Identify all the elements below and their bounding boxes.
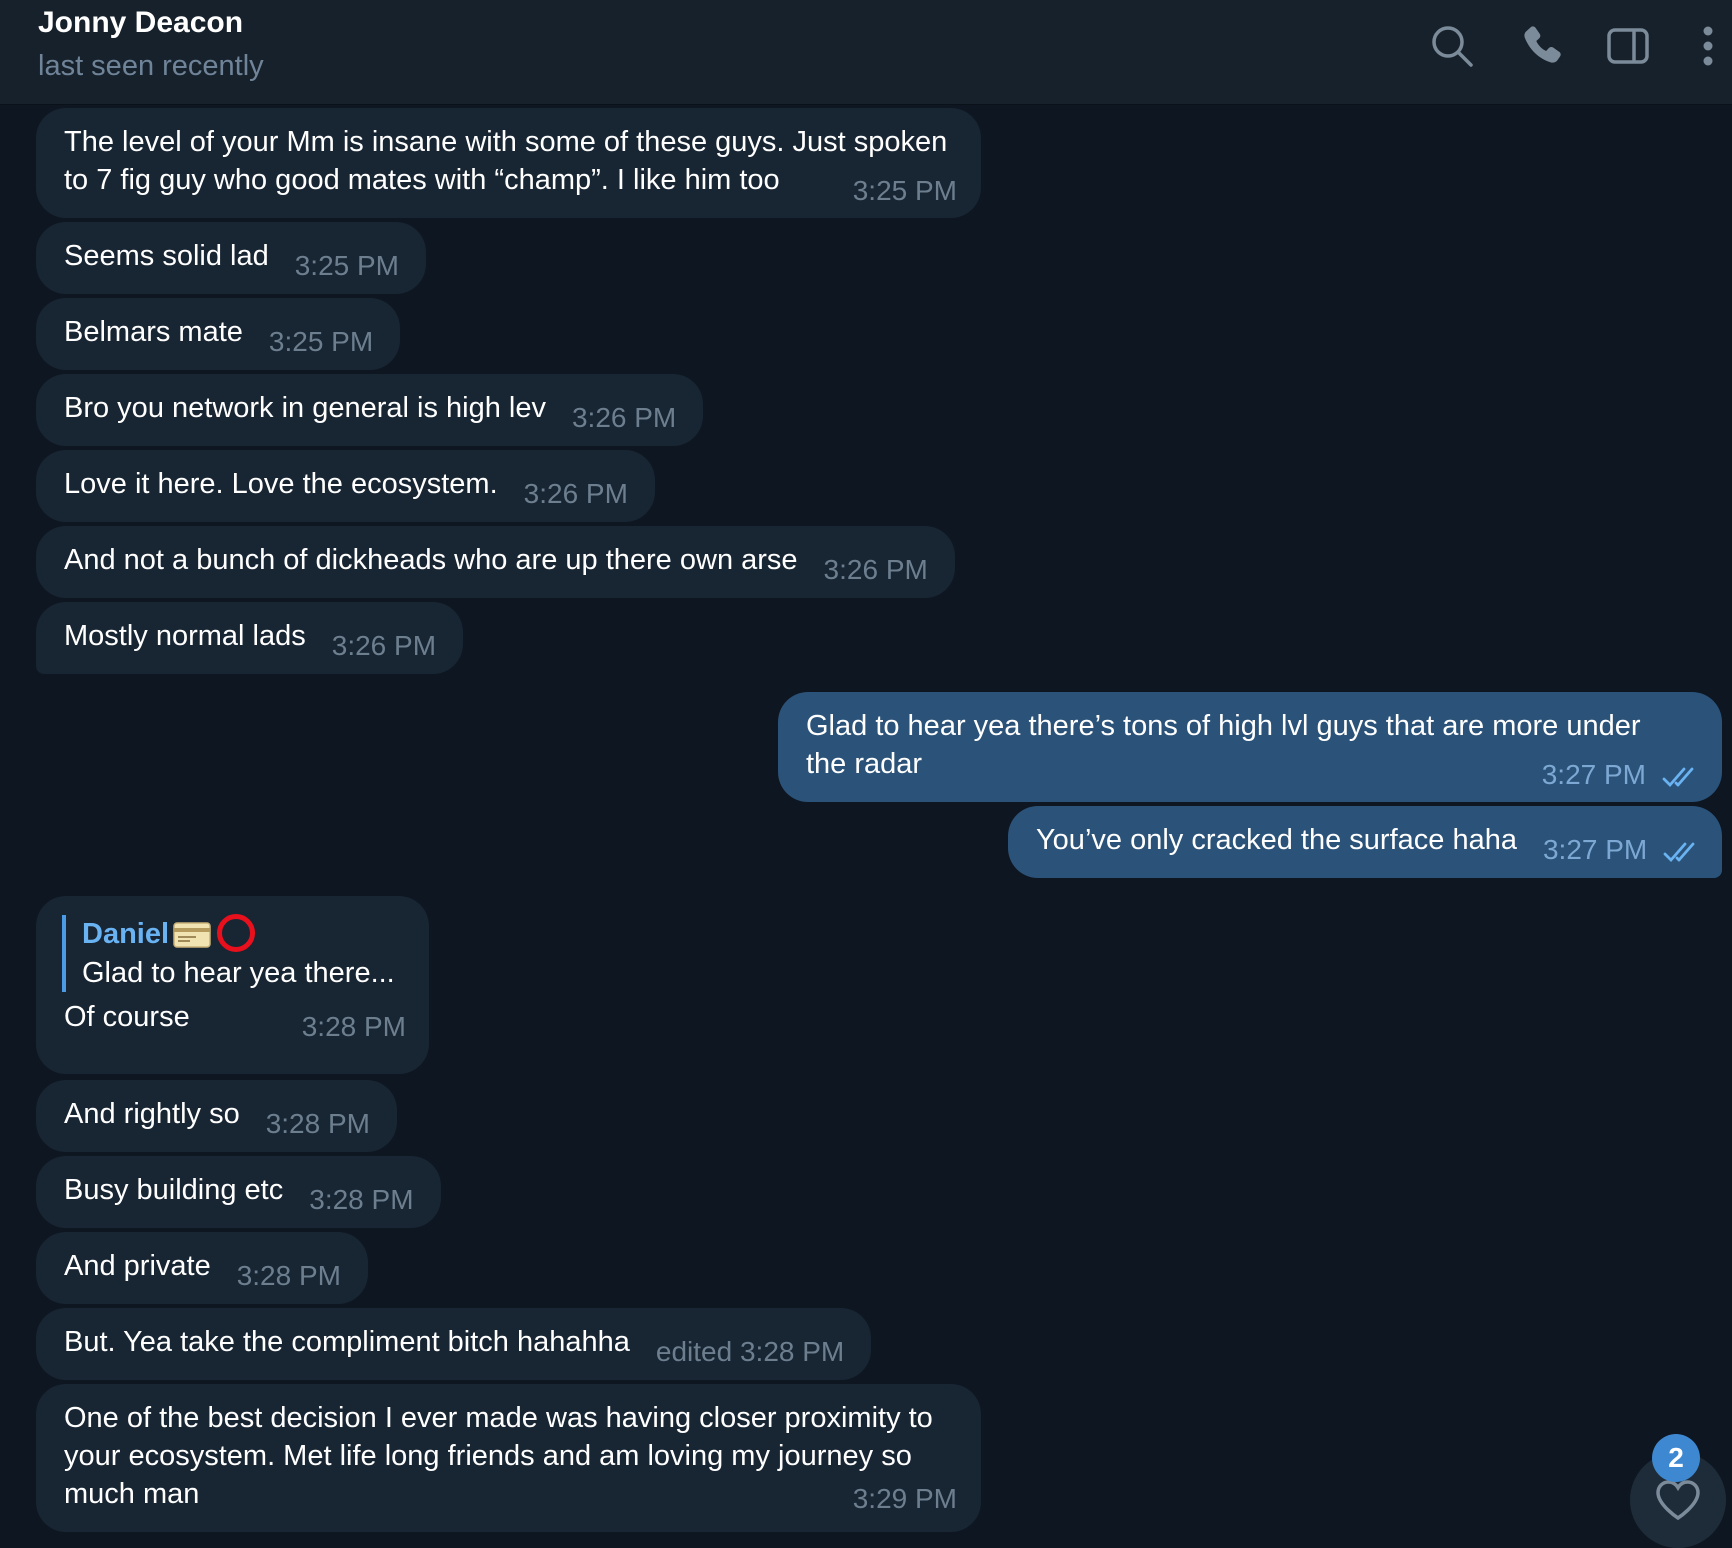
message-time: 3:28 PM bbox=[309, 1184, 414, 1215]
message-text: Mostly normal lads bbox=[64, 620, 306, 652]
message-time: 3:28 PM bbox=[265, 1108, 370, 1139]
phone-icon[interactable] bbox=[1518, 22, 1566, 70]
message-text: But. Yea take the compliment bitch hahah… bbox=[64, 1326, 630, 1358]
message-bubble-outgoing[interactable]: You’ve only cracked the surface haha 3:27… bbox=[1008, 806, 1722, 878]
credit-card-emoji bbox=[173, 920, 211, 949]
more-vertical-icon[interactable] bbox=[1688, 22, 1728, 70]
message-time: 3:28 PM bbox=[301, 1011, 406, 1043]
message-time: 3:27 PM bbox=[1542, 834, 1648, 865]
message-bubble[interactable]: The level of your Mm is insane with some… bbox=[36, 108, 981, 218]
message-bubble-outgoing[interactable]: Glad to hear yea there’s tons of high lv… bbox=[778, 692, 1722, 802]
message-bubble[interactable]: Mostly normal lads 3:26 PM bbox=[36, 602, 464, 674]
message-bubble[interactable]: And private 3:28 PM bbox=[36, 1232, 368, 1304]
message-text: The level of your Mm is insane with some… bbox=[64, 126, 948, 196]
message-time: edited 3:28 PM bbox=[655, 1336, 845, 1367]
message-text: And rightly so bbox=[64, 1098, 240, 1130]
read-double-check-icon bbox=[1662, 765, 1702, 789]
message-time: 3:26 PM bbox=[331, 630, 437, 661]
message-time: 3:25 PM bbox=[852, 175, 957, 206]
message-time: 3:25 PM bbox=[294, 250, 399, 281]
chat-status: last seen recently bbox=[38, 50, 264, 82]
message-bubble[interactable]: And not a bunch of dickheads who are up … bbox=[36, 526, 955, 598]
message-bubble[interactable]: Bro you network in general is high lev 3:… bbox=[36, 374, 704, 446]
message-bubble[interactable]: Love it here. Love the ecosystem. 3:26 PM bbox=[36, 450, 655, 522]
red-circle-emoji bbox=[217, 914, 256, 953]
message-bubble-reply[interactable]: Daniel Glad to hear yea there... Of cour… bbox=[36, 896, 429, 1074]
read-double-check-icon bbox=[1663, 840, 1703, 864]
message-bubble[interactable]: One of the best decision I ever made was… bbox=[36, 1384, 981, 1532]
message-text: Seems solid lad bbox=[64, 240, 269, 272]
search-icon[interactable] bbox=[1428, 22, 1476, 70]
message-time: 3:28 PM bbox=[236, 1260, 341, 1291]
chat-title[interactable]: Jonny Deacon bbox=[38, 6, 243, 40]
message-bubble[interactable]: And rightly so 3:28 PM bbox=[36, 1080, 397, 1152]
message-text: Of course bbox=[64, 1001, 190, 1034]
reply-text: Glad to hear yea there... bbox=[82, 957, 395, 990]
message-bubble[interactable]: Belmars mate 3:25 PM bbox=[36, 298, 401, 370]
message-bubble[interactable]: Seems solid lad 3:25 PM bbox=[36, 222, 426, 294]
message-text: And private bbox=[64, 1250, 211, 1282]
message-time: 3:26 PM bbox=[823, 554, 928, 585]
message-bubble[interactable]: But. Yea take the compliment bitch hahah… bbox=[36, 1308, 872, 1380]
message-bubble[interactable]: Busy building etc 3:28 PM bbox=[36, 1156, 441, 1228]
message-text: Bro you network in general is high lev bbox=[64, 392, 546, 424]
message-text: Busy building etc bbox=[64, 1174, 284, 1206]
message-time: 3:26 PM bbox=[523, 478, 628, 509]
unread-reactions-badge[interactable]: 2 bbox=[1652, 1434, 1700, 1482]
message-time: 3:29 PM bbox=[852, 1483, 957, 1514]
reply-quote[interactable]: Daniel Glad to hear yea there... bbox=[62, 914, 402, 993]
message-time: 3:26 PM bbox=[571, 402, 677, 433]
message-time: 3:27 PM bbox=[1541, 759, 1646, 790]
message-text: You’ve only cracked the surface haha bbox=[1036, 824, 1517, 856]
reply-author: Daniel bbox=[82, 918, 170, 950]
message-text: And not a bunch of dickheads who are up … bbox=[64, 544, 798, 576]
message-text: One of the best decision I ever made was… bbox=[64, 1402, 933, 1510]
sidebar-panel-icon[interactable] bbox=[1604, 22, 1652, 70]
message-time: 3:25 PM bbox=[268, 326, 374, 357]
heart-icon bbox=[1656, 1480, 1700, 1521]
message-text: Love it here. Love the ecosystem. bbox=[64, 468, 498, 500]
message-text: Belmars mate bbox=[64, 316, 243, 348]
chat-header: Jonny Deacon last seen recently bbox=[0, 0, 1732, 105]
